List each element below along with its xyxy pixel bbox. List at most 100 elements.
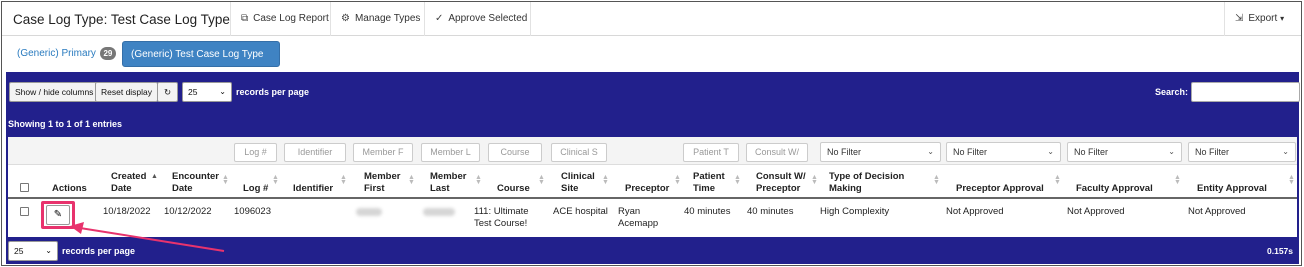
preceptor-approval-cell: Not Approved: [946, 206, 1004, 217]
col-entity-approval[interactable]: Entity Approval: [1197, 183, 1267, 195]
faculty-approval-cell: Not Approved: [1067, 206, 1125, 217]
col-member-first[interactable]: Member First: [364, 171, 400, 195]
col-log[interactable]: Log #: [243, 183, 268, 195]
col-actions: Actions: [52, 183, 87, 194]
chevron-down-icon: ▾: [1280, 14, 1285, 23]
export-dropdown[interactable]: ⇲ Export ▾: [1224, 2, 1303, 36]
col-encounter-date[interactable]: Encounter Date: [172, 171, 219, 195]
edit-button[interactable]: ✎: [46, 205, 70, 225]
course-line: Test Course!: [474, 218, 528, 229]
col-label: Patient: [693, 171, 725, 182]
copy-icon: ⧉: [241, 13, 249, 24]
select-all-checkbox[interactable]: [20, 183, 29, 192]
member-last-filter-input[interactable]: Member L: [421, 143, 480, 162]
refresh-button[interactable]: ↻: [157, 82, 178, 102]
sort-icon: ▲ ▼: [933, 174, 940, 186]
chevron-down-icon: ⌄: [1168, 147, 1175, 156]
col-label: Preceptor: [756, 183, 801, 194]
col-clinical-site[interactable]: Clinical Site: [561, 171, 595, 195]
col-patient-time[interactable]: Patient Time: [693, 171, 725, 195]
preceptor-approval-filter-select[interactable]: No Filter ⌄: [946, 142, 1061, 162]
sort-icon: ▲ ▼: [811, 174, 818, 186]
page-size-select[interactable]: 25 ⌄: [182, 82, 232, 102]
search-input[interactable]: [1191, 82, 1300, 102]
page-size-value: 25: [14, 246, 24, 256]
tab-generic-primary[interactable]: (Generic) Primary 29: [9, 41, 124, 67]
tab-test-case-log-type[interactable]: (Generic) Test Case Log Type1: [122, 41, 280, 87]
chevron-down-icon: ⌄: [927, 147, 934, 156]
clinical-site-filter-input[interactable]: Clinical S: [551, 143, 607, 162]
consult-filter-input[interactable]: Consult W/: [746, 143, 808, 162]
course-filter-input[interactable]: Course: [488, 143, 542, 162]
chevron-down-icon: ⌄: [45, 246, 52, 255]
col-label: Making: [829, 183, 862, 194]
log-filter-input[interactable]: Log #: [234, 143, 277, 162]
encounter-date-cell: 10/12/2022: [164, 206, 212, 217]
filter-value: No Filter: [1074, 147, 1109, 157]
show-hide-columns-button[interactable]: Show / hide columns: [9, 82, 100, 102]
approve-selected-link[interactable]: ✓ Approve Selected: [424, 2, 537, 36]
header-row: Actions Created Date ▲ Encounter Date ▲ ▼…: [8, 165, 1297, 199]
filter-row: Log # Identifier Member F Member L Cours…: [8, 137, 1297, 165]
col-label: Site: [561, 183, 579, 194]
app-frame: Case Log Type: Test Case Log Type ⧉ Case …: [1, 1, 1302, 266]
manage-types-label: Manage Types: [354, 13, 421, 24]
sort-asc-icon: ▲: [151, 173, 158, 180]
col-member-last[interactable]: Member Last: [430, 171, 466, 195]
col-faculty-approval[interactable]: Faculty Approval: [1076, 183, 1153, 195]
sort-icon: ▲ ▼: [475, 174, 482, 186]
export-icon: ⇲: [1235, 13, 1244, 24]
clinical-site-cell: ACE hospital: [553, 206, 608, 217]
patient-time-filter-input[interactable]: Patient T: [683, 143, 739, 162]
row-checkbox[interactable]: [20, 207, 29, 216]
member-first-filter-input[interactable]: Member F: [353, 143, 413, 162]
approve-selected-label: Approve Selected: [448, 13, 528, 24]
search-label: Search:: [1155, 87, 1189, 97]
col-decision-making[interactable]: Type of Decision Making: [829, 171, 904, 195]
sort-icon: ▲ ▼: [1054, 174, 1061, 186]
header-bar: Case Log Type: Test Case Log Type ⧉ Case …: [2, 2, 1301, 36]
page-title: Case Log Type: Test Case Log Type: [13, 12, 230, 27]
col-created-date[interactable]: Created Date: [111, 171, 146, 195]
sort-icon: ▲ ▼: [674, 174, 681, 186]
check-icon: ✓: [435, 13, 444, 24]
footer-page-size-select[interactable]: 25 ⌄: [8, 241, 58, 261]
col-course[interactable]: Course: [497, 183, 530, 195]
patient-time-cell: 40 minutes: [684, 206, 731, 217]
col-label: Consult W/: [756, 171, 806, 182]
col-label: Created: [111, 171, 147, 182]
pencil-icon: ✎: [53, 209, 63, 220]
preceptor-line: Acemapp: [618, 218, 659, 229]
col-label: Time: [693, 183, 716, 194]
table-panel: Show / hide columns Reset display ↻ 25 ⌄ …: [6, 72, 1300, 264]
tab-label: (Generic) Test Case Log Type: [131, 49, 264, 60]
manage-types-link[interactable]: ⚙ Manage Types: [330, 2, 430, 36]
page-size-value: 25: [188, 87, 198, 97]
count-badge: 29: [99, 47, 116, 60]
sort-icon: ▲ ▼: [538, 174, 545, 186]
identifier-filter-input[interactable]: Identifier: [284, 143, 346, 162]
entity-approval-filter-select[interactable]: No Filter ⌄: [1188, 142, 1296, 162]
col-identifier[interactable]: Identifier: [293, 183, 333, 195]
col-label: Encounter: [172, 171, 219, 182]
case-log-report-link[interactable]: ⧉ Case Log Report: [230, 2, 339, 36]
gear-icon: ⚙: [341, 13, 350, 24]
col-label: Last: [430, 183, 450, 194]
col-preceptor[interactable]: Preceptor: [625, 183, 669, 195]
col-consult[interactable]: Consult W/ Preceptor: [756, 171, 806, 195]
consult-cell: 40 minutes: [747, 206, 794, 217]
col-label: Date: [111, 183, 132, 194]
decision-filter-select[interactable]: No Filter ⌄: [820, 142, 941, 162]
sort-icon: ▲ ▼: [408, 174, 415, 186]
filter-value: No Filter: [953, 147, 988, 157]
member-last-cell: [423, 208, 455, 220]
faculty-approval-filter-select[interactable]: No Filter ⌄: [1067, 142, 1182, 162]
sort-icon: ▲ ▼: [1174, 174, 1181, 186]
course-cell: 111: Ultimate Test Course!: [474, 206, 529, 230]
log-number-cell: 1096023: [234, 206, 271, 217]
created-date-cell: 10/18/2022: [103, 206, 151, 217]
refresh-icon: ↻: [163, 87, 172, 97]
filter-value: No Filter: [1195, 147, 1230, 157]
reset-display-button[interactable]: Reset display: [95, 82, 159, 102]
col-preceptor-approval[interactable]: Preceptor Approval: [956, 183, 1044, 195]
